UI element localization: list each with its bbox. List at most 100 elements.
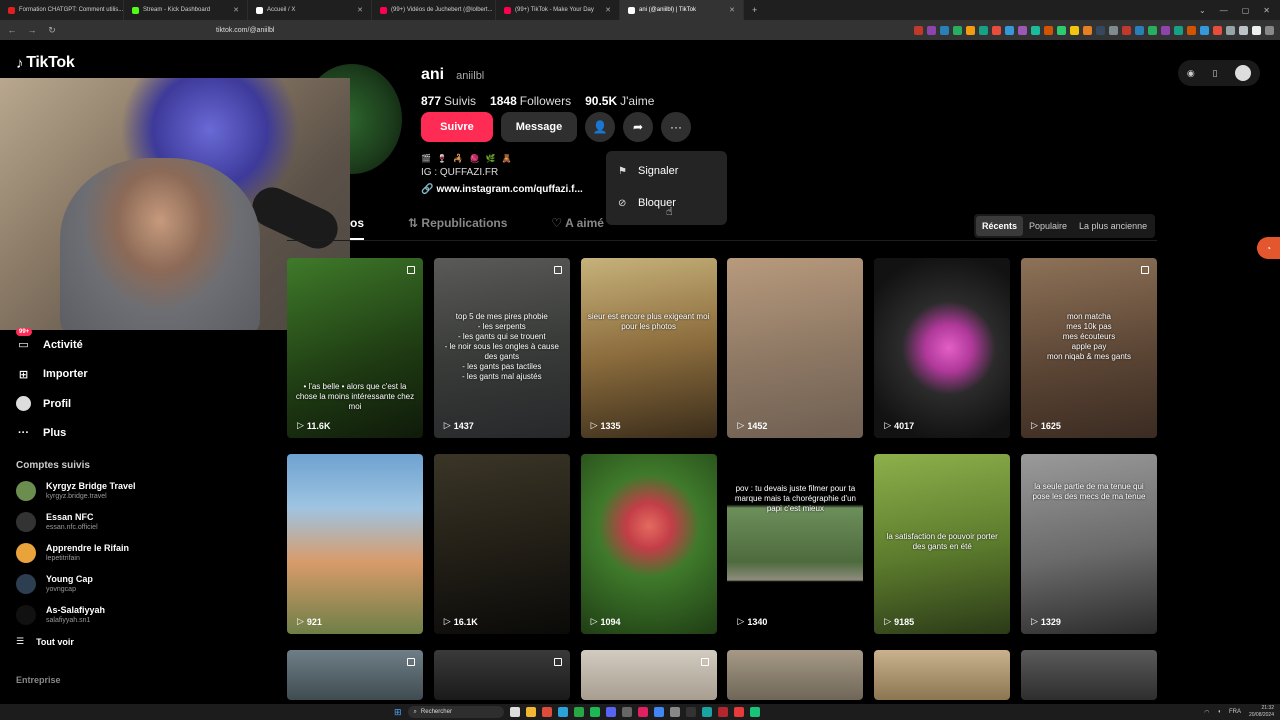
extension-icon[interactable]	[1135, 25, 1144, 35]
taskbar-app-icon[interactable]	[637, 707, 648, 717]
extension-icon[interactable]	[1083, 25, 1092, 35]
taskbar-app-icon[interactable]	[509, 707, 520, 717]
see-all-button[interactable]: ☰ Tout voir	[16, 636, 156, 647]
taskbar-app-icon[interactable]	[749, 707, 760, 717]
video-card[interactable]	[287, 650, 423, 700]
extension-icon[interactable]	[1070, 25, 1079, 35]
followed-account[interactable]: As-Salafiyyah salafiyyah.sn1	[16, 599, 156, 630]
extension-icon[interactable]	[1005, 25, 1014, 35]
tab-reposts[interactable]: ⇅ Republications	[408, 216, 507, 240]
browser-tab[interactable]: ani (@aniilbl) | TikTok ✕	[620, 0, 744, 20]
video-card[interactable]	[433, 650, 570, 700]
tiktok-logo[interactable]: ♪ TikTok	[16, 54, 75, 72]
taskbar-search[interactable]: ⌕ Rechercher	[407, 706, 504, 718]
extension-icon[interactable]	[1057, 25, 1066, 35]
bio-link[interactable]: 🔗 www.instagram.com/quffazi.f...	[421, 183, 583, 197]
taskbar-app-icon[interactable]	[701, 707, 712, 717]
sort-popular[interactable]: Populaire	[1023, 216, 1073, 236]
taskbar-app-icon[interactable]	[733, 707, 744, 717]
extension-icon[interactable]	[1096, 25, 1105, 35]
taskbar-app-icon[interactable]	[653, 707, 664, 717]
floating-extension-badge[interactable]: ◔	[1257, 237, 1280, 259]
taskbar-app-icon[interactable]	[669, 707, 680, 717]
extension-icon[interactable]	[1148, 25, 1157, 35]
close-tab-icon[interactable]: ✕	[605, 6, 611, 14]
reload-icon[interactable]: ↻	[46, 25, 58, 36]
url-field[interactable]: tiktok.com/@aniilbl	[216, 27, 274, 34]
video-card[interactable]: ▷ 4017	[874, 258, 1011, 438]
tab-liked[interactable]: ♡ A aimé	[551, 216, 604, 240]
taskbar-app-icon[interactable]	[605, 707, 616, 717]
extension-icon[interactable]	[1122, 25, 1131, 35]
add-friend-button[interactable]: 👤	[585, 112, 615, 142]
sort-recent[interactable]: Récents	[976, 216, 1024, 236]
volume-icon[interactable]: ◖	[1217, 709, 1221, 715]
close-window-icon[interactable]: ✕	[1263, 6, 1270, 15]
extension-icon[interactable]	[927, 25, 936, 35]
maximize-icon[interactable]: ▢	[1242, 6, 1250, 15]
taskbar-app-icon[interactable]	[525, 707, 536, 717]
clock[interactable]: 21:32 20/08/2024	[1249, 705, 1274, 719]
more-options-button[interactable]: ···	[661, 112, 691, 142]
video-card[interactable]: ▷ 16.1K	[433, 454, 570, 634]
taskbar-app-icon[interactable]	[621, 707, 632, 717]
extension-icon[interactable]	[1044, 25, 1053, 35]
extension-icon[interactable]	[1109, 25, 1118, 35]
extension-icon[interactable]	[953, 25, 962, 35]
video-card[interactable]: sieur est encore plus exigeant moi pour …	[580, 258, 717, 438]
extension-icon[interactable]	[940, 25, 949, 35]
video-card[interactable]	[874, 650, 1011, 700]
video-card[interactable]: • l'as belle • alors que c'est la chose …	[287, 258, 423, 438]
share-button[interactable]: ➦	[623, 112, 653, 142]
browser-tab[interactable]: Stream - Kick Dashboard ✕	[124, 0, 248, 20]
video-card[interactable]: mon matcha mes 10k pas mes écouteurs app…	[1020, 258, 1157, 438]
enterprise-link[interactable]: Entreprise	[16, 675, 156, 685]
new-tab-button[interactable]: +	[744, 5, 765, 15]
chevron-down-icon[interactable]: ⌄	[1199, 6, 1206, 15]
video-card[interactable]: ▷ 921	[287, 454, 423, 634]
extension-icon[interactable]	[1226, 25, 1235, 35]
extension-icon[interactable]	[1239, 25, 1248, 35]
followed-account[interactable]: Apprendre le Rifain lepetitrifain	[16, 537, 156, 568]
extension-icon[interactable]	[966, 25, 975, 35]
followed-account[interactable]: Kyrgyz Bridge Travel kyrgyz.bridge.travel	[16, 475, 156, 506]
sidebar-item-more[interactable]: ··· Plus	[16, 419, 156, 449]
close-tab-icon[interactable]: ✕	[233, 6, 239, 14]
video-card[interactable]: ▷ 1094	[580, 454, 717, 634]
language-indicator[interactable]: FRA	[1229, 709, 1241, 715]
followed-account[interactable]: Young Cap yovngcap	[16, 568, 156, 599]
video-card[interactable]: la satisfaction de pouvoir porter des ga…	[874, 454, 1011, 634]
extension-icon[interactable]	[1174, 25, 1183, 35]
sidebar-item-profile[interactable]: Profil	[16, 389, 156, 419]
tab-videos[interactable]: os	[350, 216, 365, 240]
browser-tab[interactable]: Formation CHATGPT: Comment utilis...✕	[0, 0, 124, 20]
extension-icon[interactable]	[979, 25, 988, 35]
taskbar-app-icon[interactable]	[541, 707, 552, 717]
extension-icon[interactable]	[1031, 25, 1040, 35]
close-tab-icon[interactable]: ✕	[357, 6, 363, 14]
browser-tab[interactable]: (99+) Vidéos de Juchebert (@lolbert...✕	[372, 0, 496, 20]
taskbar-app-icon[interactable]	[573, 707, 584, 717]
back-icon[interactable]: ←	[6, 25, 18, 35]
video-card[interactable]	[580, 650, 717, 700]
extension-icon[interactable]	[1018, 25, 1027, 35]
extension-icon[interactable]	[1252, 25, 1261, 35]
video-card[interactable]: la seule partie de ma tenue qui pose les…	[1020, 454, 1157, 634]
phone-icon[interactable]: ▯	[1212, 68, 1217, 79]
video-card[interactable]	[1020, 650, 1157, 700]
wifi-icon[interactable]: ◠	[1204, 709, 1209, 716]
taskbar-app-icon[interactable]	[589, 707, 600, 717]
extension-icon[interactable]	[1213, 25, 1222, 35]
extension-icon[interactable]	[1265, 25, 1274, 35]
stat-followers[interactable]: 1848 Followers	[490, 94, 571, 108]
extension-icon[interactable]	[1200, 25, 1209, 35]
user-avatar[interactable]	[1235, 65, 1252, 81]
menu-item-report[interactable]: ⚑ Signaler	[606, 155, 727, 187]
close-tab-icon[interactable]: ✕	[729, 6, 735, 14]
message-button[interactable]: Message	[501, 112, 577, 142]
extension-icon[interactable]	[992, 25, 1001, 35]
video-card[interactable]	[727, 650, 864, 700]
taskbar-app-icon[interactable]	[557, 707, 568, 717]
windows-start-icon[interactable]: ⊞	[394, 707, 402, 718]
sort-oldest[interactable]: La plus ancienne	[1073, 216, 1153, 236]
